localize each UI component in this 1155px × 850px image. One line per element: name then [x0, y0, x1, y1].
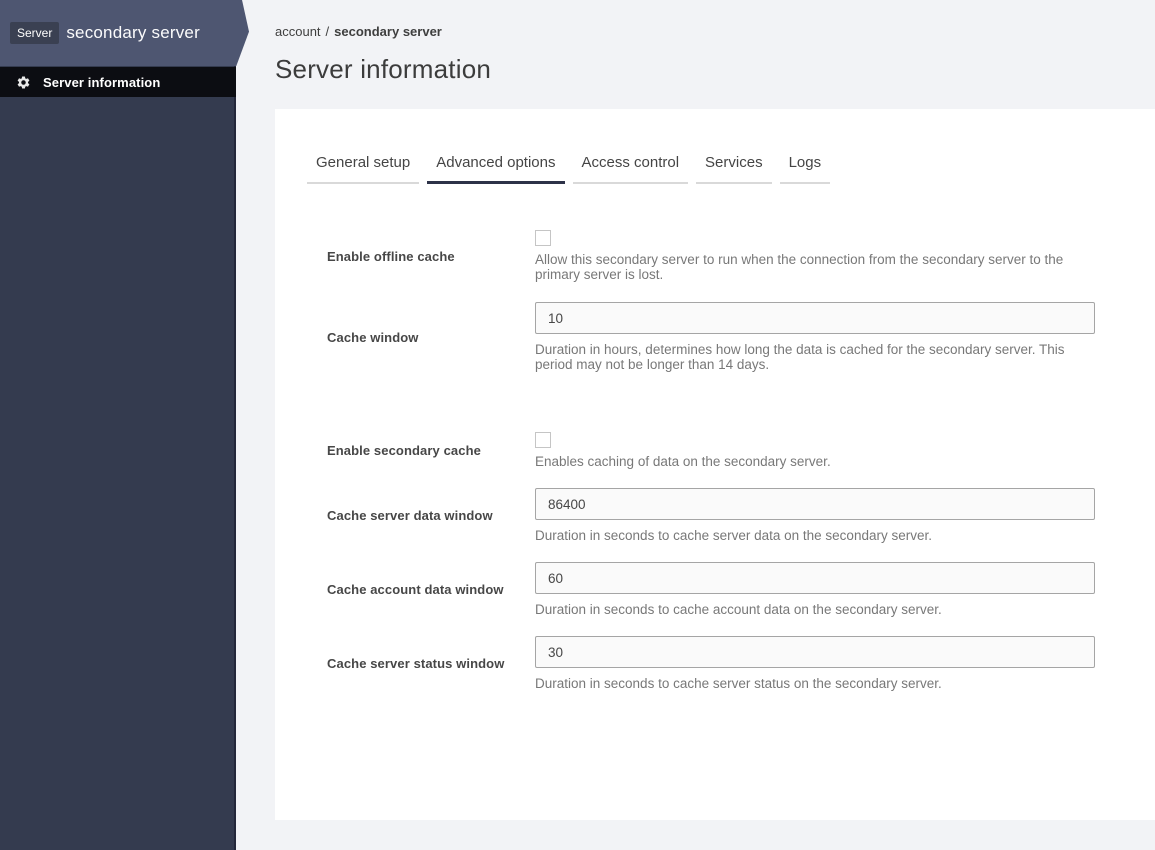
server-type-badge: Server [10, 22, 60, 44]
breadcrumb-current: secondary server [334, 24, 442, 39]
field-control: Duration in seconds to cache account dat… [535, 562, 1095, 617]
tab-advanced-options[interactable]: Advanced options [427, 154, 565, 184]
field-description: Duration in seconds to cache server data… [535, 528, 932, 543]
cache-window-input[interactable] [535, 302, 1095, 334]
form-row-cache-window: Cache window Duration in hours, determine… [327, 302, 1095, 372]
gear-icon [16, 75, 31, 90]
tab-label: Advanced options [436, 154, 556, 171]
field-description: Duration in seconds to cache server stat… [535, 676, 942, 691]
field-control: Enables caching of data on the secondary… [535, 432, 1095, 469]
field-label: Enable secondary cache [327, 443, 481, 458]
tab-label: Services [705, 154, 763, 171]
field-label: Cache account data window [327, 582, 504, 597]
tab-logs[interactable]: Logs [779, 154, 831, 184]
field-label: Cache server status window [327, 656, 505, 671]
tab-access-control[interactable]: Access control [572, 154, 689, 184]
cache-account-data-window-input[interactable] [535, 562, 1095, 594]
sidebar-item-server-information[interactable]: Server information [0, 67, 236, 97]
sidebar-item-label: Server information [43, 74, 161, 90]
tab-label: General setup [316, 154, 411, 171]
field-description: Enables caching of data on the secondary… [535, 454, 831, 469]
field-control: Allow this secondary server to run when … [535, 230, 1095, 282]
form-row-enable-secondary-cache: Enable secondary cache Enables caching of… [327, 432, 1095, 469]
settings-form: Enable offline cache Allow this secondary… [307, 230, 1095, 691]
content-card: General setup Advanced options Access cont… [275, 109, 1155, 820]
sidebar: Server secondary server Server informati… [0, 0, 249, 850]
cache-server-data-window-input[interactable] [535, 488, 1095, 520]
form-row-cache-server-data-window: Cache server data window Duration in seco… [327, 488, 1095, 543]
field-description: Duration in seconds to cache account dat… [535, 602, 942, 617]
cache-server-status-window-input[interactable] [535, 636, 1095, 668]
field-control: Duration in seconds to cache server data… [535, 488, 1095, 543]
server-name: secondary server [66, 23, 200, 42]
form-row-cache-account-data-window: Cache account data window Duration in sec… [327, 562, 1095, 617]
field-control: Duration in hours, determines how long t… [535, 302, 1095, 372]
tab-general-setup[interactable]: General setup [307, 154, 420, 184]
field-description: Allow this secondary server to run when … [535, 252, 1064, 282]
form-row-enable-offline-cache: Enable offline cache Allow this secondary… [327, 230, 1095, 282]
breadcrumb-account-link[interactable]: account [275, 24, 321, 39]
breadcrumb-separator: / [325, 24, 330, 39]
main-content: account / secondary server Server informat… [238, 0, 1155, 850]
field-description: Duration in hours, determines how long t… [535, 342, 1065, 372]
form-row-cache-server-status-window: Cache server status window Duration in se… [327, 636, 1095, 691]
tab-label: Access control [581, 154, 680, 171]
tab-label: Logs [788, 154, 822, 171]
enable-offline-cache-checkbox[interactable] [535, 230, 551, 246]
sidebar-nav: Server information [0, 67, 236, 97]
page-title: Server information [275, 54, 492, 84]
tab-bar: General setup Advanced options Access cont… [307, 154, 1095, 184]
field-label: Cache window [327, 329, 419, 345]
sidebar-header: Server secondary server [0, 0, 249, 66]
field-control: Duration in seconds to cache server stat… [535, 636, 1095, 691]
tab-services[interactable]: Services [696, 154, 772, 184]
enable-secondary-cache-checkbox[interactable] [535, 432, 551, 448]
field-label: Cache server data window [327, 508, 493, 523]
field-label: Enable offline cache [327, 248, 455, 264]
breadcrumb: account / secondary server [275, 24, 1155, 39]
